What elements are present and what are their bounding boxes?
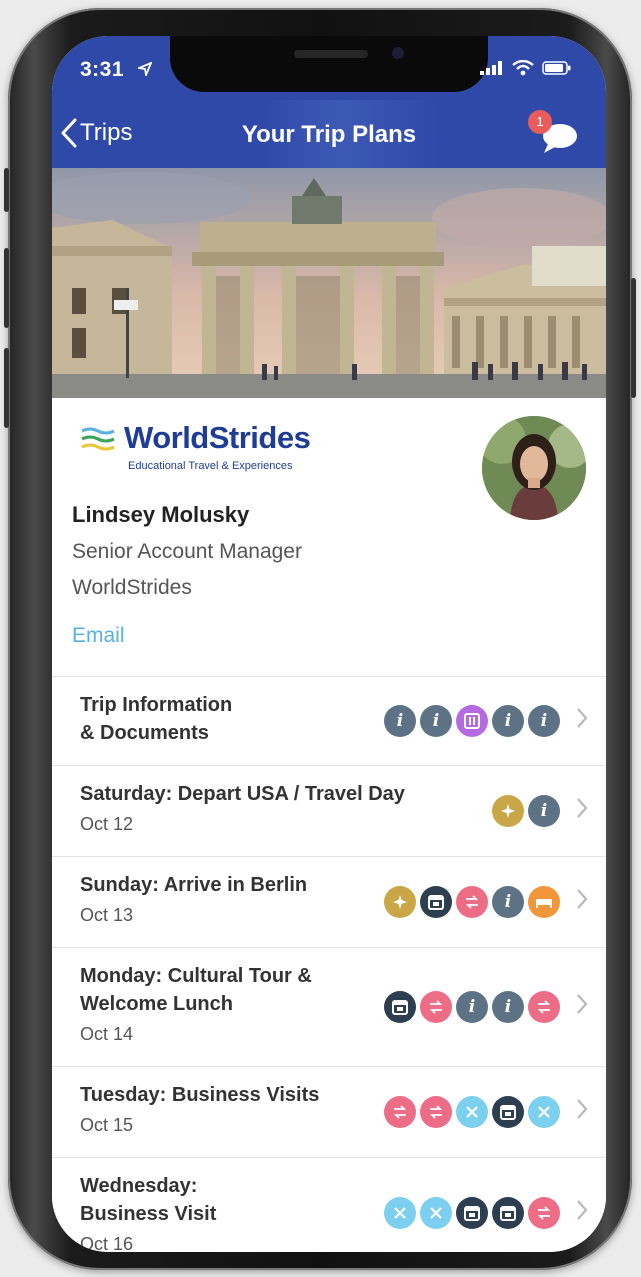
itinerary-row[interactable]: Trip Information & Documents i i i i — [52, 677, 606, 766]
row-title: Monday: Cultural Tour & — [80, 965, 312, 987]
email-link[interactable]: Email — [72, 624, 125, 648]
row-icons: iiii — [384, 705, 560, 737]
logo-tagline: Educational Travel & Experiences — [128, 460, 293, 472]
page-title: Your Trip Plans — [241, 121, 417, 148]
wifi-icon — [512, 60, 534, 76]
calendar-icon — [420, 886, 452, 918]
worldstrides-logo: WorldStrides Educational Travel & Experi… — [80, 420, 320, 486]
hotel-icon — [528, 886, 560, 918]
volume-down-button — [4, 348, 9, 428]
row-date: Oct 12 — [80, 814, 134, 834]
info-icon: i — [528, 705, 560, 737]
row-date: Oct 15 — [80, 1115, 134, 1135]
itinerary-row[interactable]: Sunday: Arrive in Berlin Oct 13 i — [52, 857, 606, 948]
transfer-icon — [528, 1197, 560, 1229]
row-title: Welcome Lunch — [80, 993, 233, 1015]
row-date: Oct 13 — [80, 905, 134, 925]
row-date: Oct 16 — [80, 1234, 134, 1252]
row-title: Saturday: Depart USA / Travel Day — [80, 783, 405, 805]
logo-waves-icon — [81, 427, 115, 451]
row-title: Sunday: Arrive in Berlin — [80, 874, 308, 896]
flight-icon — [384, 886, 416, 918]
signal-icon — [480, 61, 502, 75]
chevron-right-icon — [576, 992, 588, 1023]
hero-image — [52, 168, 606, 398]
info-icon: i — [384, 705, 416, 737]
row-title: & Documents — [80, 722, 209, 744]
camera — [392, 47, 404, 59]
info-icon: i — [492, 991, 524, 1023]
meal-icon — [384, 1197, 416, 1229]
row-title: Trip Information — [80, 694, 233, 716]
info-icon: i — [492, 886, 524, 918]
row-date: Oct 14 — [80, 1024, 134, 1044]
calendar-icon — [384, 991, 416, 1023]
row-icons — [384, 1096, 560, 1128]
meal-icon — [456, 1096, 488, 1128]
notification-badge: 1 — [528, 110, 552, 134]
logo-wordmark: WorldStrides — [124, 420, 311, 455]
info-icon: i — [528, 795, 560, 827]
meal-icon — [420, 1197, 452, 1229]
itinerary-row[interactable]: Saturday: Depart USA / Travel Day Oct 12 i — [52, 766, 606, 857]
phone-screen: 3:31 Trips Your Trip Plans 1 WorldStride… — [52, 36, 606, 1252]
itinerary-list: Trip Information & Documents i i i i Saturday:… — [52, 676, 606, 1252]
status-bar: 3:31 — [52, 36, 606, 100]
transfer-icon — [420, 1096, 452, 1128]
transfer-icon — [528, 991, 560, 1023]
chevron-right-icon — [576, 796, 588, 827]
transfer-icon — [456, 886, 488, 918]
chevron-right-icon — [576, 1198, 588, 1229]
row-title: Wednesday: — [80, 1175, 198, 1197]
row-title: Tuesday: Business Visits — [80, 1084, 320, 1106]
row-icons: i — [492, 795, 560, 827]
contact-company: WorldStrides — [72, 576, 192, 599]
calendar-icon — [456, 1197, 488, 1229]
row-icons: ii — [384, 991, 560, 1023]
calendar-icon — [492, 1197, 524, 1229]
flight-icon — [492, 795, 524, 827]
itinerary-row[interactable]: Monday: Cultural Tour & Welcome Lunch Oct … — [52, 948, 606, 1067]
contact-title: Senior Account Manager — [72, 540, 302, 563]
profile-photo — [482, 416, 586, 520]
speaker — [294, 50, 368, 58]
power-button — [631, 278, 636, 398]
avatar — [482, 416, 586, 520]
itinerary-row[interactable]: Wednesday: Business Visit Oct 16 — [52, 1158, 606, 1252]
document-icon — [456, 705, 488, 737]
notch — [170, 36, 488, 92]
row-title: Business Visit — [80, 1203, 217, 1225]
status-time: 3:31 — [80, 58, 125, 81]
chevron-right-icon — [576, 1097, 588, 1128]
navigation-bar: Trips Your Trip Plans 1 — [52, 100, 606, 168]
chevron-right-icon — [576, 706, 588, 737]
brandenburg-gate-image — [52, 168, 606, 398]
chevron-right-icon — [576, 887, 588, 918]
messages-button[interactable]: 1 — [528, 110, 580, 156]
row-icons: i — [384, 886, 560, 918]
transfer-icon — [420, 991, 452, 1023]
info-icon: i — [420, 705, 452, 737]
itinerary-row[interactable]: Tuesday: Business Visits Oct 15 — [52, 1067, 606, 1158]
contact-name: Lindsey Molusky — [72, 502, 250, 527]
volume-up-button — [4, 248, 9, 328]
meal-icon — [528, 1096, 560, 1128]
location-arrow-icon — [138, 62, 152, 76]
transfer-icon — [384, 1096, 416, 1128]
contact-card: WorldStrides Educational Travel & Experi… — [52, 398, 606, 676]
battery-icon — [542, 61, 571, 75]
row-icons — [384, 1197, 560, 1229]
calendar-icon — [492, 1096, 524, 1128]
info-icon: i — [492, 705, 524, 737]
mute-switch — [4, 168, 9, 212]
info-icon: i — [456, 991, 488, 1023]
